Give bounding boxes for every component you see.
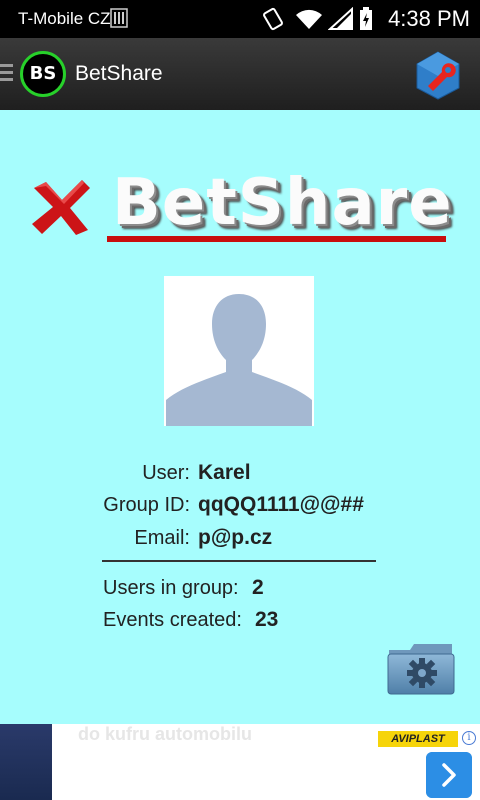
user-label: User: <box>142 462 190 484</box>
action-bar: BS BetShare <box>0 38 480 110</box>
carrier-name: T-Mobile CZ <box>18 9 111 28</box>
ad-brand-logo[interactable]: AVIPLAST <box>378 731 458 747</box>
wrench-icon[interactable] <box>414 50 462 100</box>
avatar[interactable] <box>164 276 314 426</box>
group-id-value: qqQQ1111@@## <box>198 493 364 516</box>
divider <box>102 560 376 562</box>
users-in-group-label: Users in group: <box>103 577 239 599</box>
users-in-group-value: 2 <box>252 576 264 599</box>
group-id-label: Group ID: <box>103 494 190 516</box>
ad-image[interactable] <box>0 724 52 800</box>
vibrate-icon <box>263 7 283 31</box>
folder-settings-icon[interactable] <box>386 642 456 696</box>
ad-info-icon[interactable]: i <box>462 731 476 745</box>
user-value: Karel <box>198 461 251 484</box>
brand-underline <box>107 236 446 242</box>
wifi-icon <box>296 9 322 29</box>
events-created-label: Events created: <box>103 609 242 631</box>
signal-icon <box>328 7 353 30</box>
close-x-icon <box>32 180 90 235</box>
brand-wordmark: BetShare <box>112 166 453 240</box>
chevron-right-icon[interactable] <box>426 752 472 798</box>
app-logo[interactable]: BS <box>20 51 66 97</box>
clock: 4:38 PM <box>388 6 470 31</box>
ad-banner[interactable]: do kufru automobilu AVIPLAST i <box>0 724 480 800</box>
email-label: Email: <box>134 527 190 549</box>
email-value: p@p.cz <box>198 526 273 549</box>
events-created-value: 23 <box>255 608 279 631</box>
menu-icon[interactable] <box>0 62 13 84</box>
battery-icon <box>360 7 372 30</box>
sim-card-icon <box>110 8 128 28</box>
status-bar: T-Mobile CZ 4:38 PM <box>0 0 480 38</box>
ad-headline[interactable]: do kufru automobilu <box>78 724 252 745</box>
app-title: BetShare <box>75 62 163 85</box>
